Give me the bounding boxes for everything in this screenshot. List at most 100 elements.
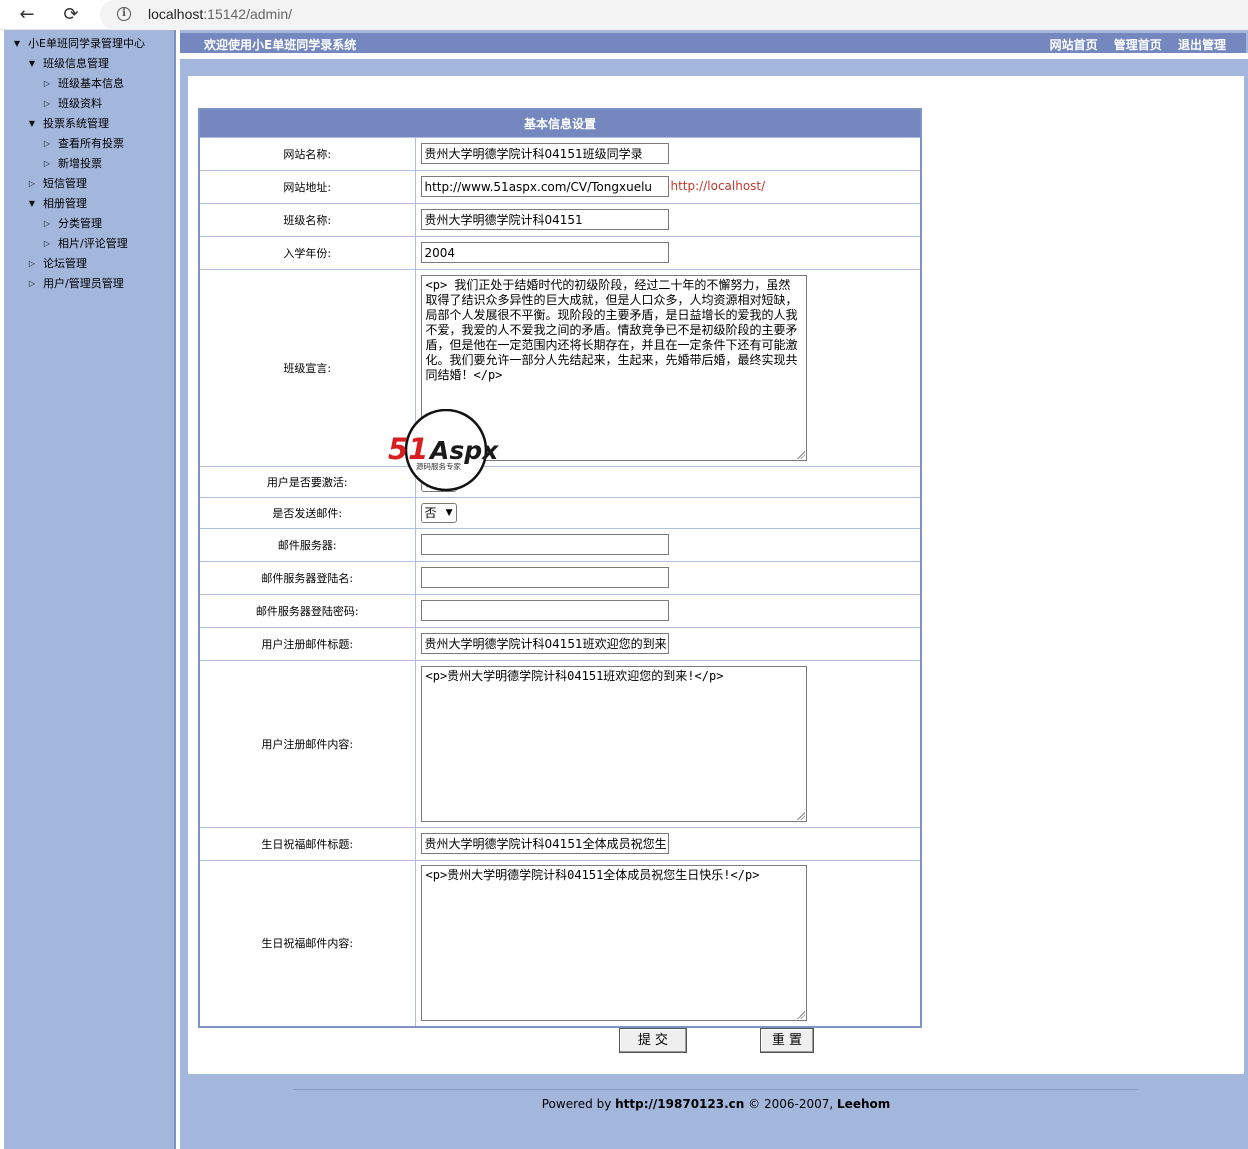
reload-icon[interactable]: ⟳	[58, 2, 84, 28]
tree-node-label: 班级信息管理	[43, 57, 109, 70]
bday-body-textarea[interactable]: <p>贵州大学明德学院计科04151全体成员祝您生日快乐!</p>	[420, 865, 807, 1022]
51aspx-logo: 51 Aspx 源码服务专家	[388, 409, 499, 492]
tree-group-4[interactable]: ▷ 论坛管理	[4, 254, 176, 274]
tree-node-label: 班级资料	[58, 97, 102, 110]
reg-title-input[interactable]: 贵州大学明德学院计科04151班欢迎您的到来！	[420, 633, 669, 654]
link-logout[interactable]: 退出管理	[1178, 38, 1226, 52]
reg-title-label: 用户注册邮件标题:	[198, 626, 416, 661]
tree-item-1-1[interactable]: ▷ 新增投票	[4, 154, 176, 174]
send-mail-label: 是否发送邮件:	[198, 496, 416, 529]
tree-root[interactable]: ▼ 小E单班同学录管理中心	[4, 34, 176, 54]
tree-group-5[interactable]: ▷ 用户/管理员管理	[4, 274, 176, 294]
tree-node-label: 论坛管理	[43, 257, 87, 270]
tree-item-3-0[interactable]: ▷ 分类管理	[4, 214, 176, 234]
bday-title-input[interactable]: 贵州大学明德学院计科04151全体成员祝您生日快乐！	[420, 833, 669, 854]
tree-node-label: 短信管理	[43, 177, 87, 190]
address-bar[interactable]: i localhost:15142/admin/	[100, 0, 1248, 30]
caret-right-icon[interactable]: ▷	[27, 174, 37, 194]
mail-server-input[interactable]	[420, 534, 669, 555]
caret-down-icon[interactable]: ▼	[27, 194, 37, 214]
tree-node-label: 分类管理	[58, 217, 102, 230]
logo-tagline: 源码服务专家	[416, 461, 461, 471]
reg-body-label: 用户注册邮件内容:	[198, 659, 416, 828]
submit-button[interactable]: 提 交	[619, 1028, 687, 1053]
tree-group-3[interactable]: ▼ 相册管理	[4, 194, 176, 214]
caret-right-icon[interactable]: ▷	[42, 154, 52, 174]
class-name-label: 班级名称:	[198, 202, 416, 237]
tree-node-label: 班级基本信息	[58, 77, 124, 90]
resize-grip-icon[interactable]	[796, 811, 805, 820]
link-site-home[interactable]: 网站首页	[1050, 38, 1098, 52]
top-header-bar: 欢迎使用小E单班同学录系统 网站首页 管理首页 退出管理	[180, 33, 1246, 53]
class-name-input[interactable]: 贵州大学明德学院计科04151	[420, 209, 669, 230]
tree-node-label: 小E单班同学录管理中心	[28, 37, 145, 50]
resize-grip-icon[interactable]	[796, 1011, 805, 1020]
caret-right-icon[interactable]: ▷	[42, 94, 52, 114]
site-name-input[interactable]: 贵州大学明德学院计科04151班级同学录	[420, 143, 669, 164]
manifesto-text: <p> 我们正处于结婚时代的初级阶段，经过二十年的不懈努力，虽然取得了结识众多异…	[425, 277, 798, 382]
mail-pass-label: 邮件服务器登陆密码:	[198, 593, 416, 628]
footer: Powered by http://19870123.cn © 2006-200…	[180, 1097, 1248, 1111]
reset-button[interactable]: 重 置	[760, 1028, 814, 1053]
mail-pass-input[interactable]	[420, 600, 669, 621]
footer-divider	[293, 1089, 1138, 1090]
content-panel: 基本信息设置 网站名称: 贵州大学明德学院计科04151班级同学录 网站地址: …	[188, 76, 1244, 1074]
footer-powered: Powered by	[541, 1097, 612, 1111]
tree-group-0[interactable]: ▼ 班级信息管理	[4, 54, 176, 74]
caret-right-icon[interactable]: ▷	[42, 214, 52, 234]
manifesto-label: 班级宣言:	[198, 268, 416, 467]
tree-item-1-0[interactable]: ▷ 查看所有投票	[4, 134, 176, 154]
caret-down-icon[interactable]: ▼	[12, 34, 22, 54]
footer-copyright: © 2006-2007,	[748, 1097, 834, 1111]
caret-right-icon[interactable]: ▷	[42, 74, 52, 94]
logo-brand-aspx: Aspx	[428, 436, 499, 465]
url-host: localhost	[148, 6, 204, 22]
tree-item-0-1[interactable]: ▷ 班级资料	[4, 94, 176, 114]
info-icon[interactable]: i	[117, 7, 131, 21]
send-mail-select[interactable]: 否 ▼	[420, 502, 457, 523]
site-url-input[interactable]: http://www.51aspx.com/CV/Tongxuelu	[420, 176, 669, 197]
caret-right-icon[interactable]: ▷	[42, 134, 52, 154]
tree-item-0-0[interactable]: ▷ 班级基本信息	[4, 74, 176, 94]
bday-body-label: 生日祝福邮件内容:	[198, 859, 416, 1028]
caret-down-icon[interactable]: ▼	[27, 114, 37, 134]
main-area: 欢迎使用小E单班同学录系统 网站首页 管理首页 退出管理 基本信息设置 网站名称…	[180, 30, 1248, 1149]
activate-label: 用户是否要激活:	[198, 465, 416, 498]
site-url-label: 网站地址:	[198, 169, 416, 204]
url-text: localhost:15142/admin/	[148, 6, 292, 22]
url-path: :15142/admin/	[203, 6, 292, 22]
reg-body-textarea[interactable]: <p>贵州大学明德学院计科04151班欢迎您的到来!</p>	[420, 665, 807, 822]
welcome-title: 欢迎使用小E单班同学录系统	[204, 38, 357, 52]
caret-right-icon[interactable]: ▷	[27, 274, 37, 294]
year-label: 入学年份:	[198, 235, 416, 270]
nav-tree: ▼ 小E单班同学录管理中心 ▼ 班级信息管理 ▷ 班级基本信息 ▷ 班级资料 ▼ 投票系统管理 ▷ 查…	[4, 34, 176, 294]
caret-down-icon[interactable]: ▼	[27, 54, 37, 74]
mail-server-label: 邮件服务器:	[198, 527, 416, 562]
bday-body-text: <p>贵州大学明德学院计科04151全体成员祝您生日快乐!</p>	[425, 868, 760, 883]
tree-group-2[interactable]: ▷ 短信管理	[4, 174, 176, 194]
caret-right-icon[interactable]: ▷	[42, 234, 52, 254]
tree-node-label: 投票系统管理	[43, 117, 109, 130]
mail-user-input[interactable]	[420, 567, 669, 588]
sidebar: ▼ 小E单班同学录管理中心 ▼ 班级信息管理 ▷ 班级基本信息 ▷ 班级资料 ▼ 投票系统管理 ▷ 查…	[4, 30, 176, 1149]
resize-grip-icon[interactable]	[796, 450, 805, 459]
browser-toolbar: ← ⟳ i localhost:15142/admin/	[0, 0, 1248, 30]
form-header: 基本信息设置	[198, 108, 922, 138]
footer-site-link[interactable]: http://19870123.cn	[615, 1097, 744, 1111]
header-spacer	[180, 53, 1248, 59]
mail-user-label: 邮件服务器登陆名:	[198, 560, 416, 595]
tree-node-label: 用户/管理员管理	[43, 277, 124, 290]
tree-item-3-1[interactable]: ▷ 相片/评论管理	[4, 234, 176, 254]
tree-node-label: 相片/评论管理	[58, 237, 128, 250]
tree-group-1[interactable]: ▼ 投票系统管理	[4, 114, 176, 134]
top-links: 网站首页 管理首页 退出管理	[1038, 36, 1226, 53]
bday-title-label: 生日祝福邮件标题:	[198, 826, 416, 861]
back-icon[interactable]: ←	[14, 2, 40, 28]
link-admin-home[interactable]: 管理首页	[1114, 38, 1162, 52]
tree-node-label: 新增投票	[58, 157, 102, 170]
tree-node-label: 相册管理	[43, 197, 87, 210]
site-url-hint: http://localhost/	[670, 178, 766, 193]
settings-form: 基本信息设置 网站名称: 贵州大学明德学院计科04151班级同学录 网站地址: …	[198, 108, 922, 1028]
caret-right-icon[interactable]: ▷	[27, 254, 37, 274]
year-input[interactable]: 2004	[420, 242, 669, 263]
